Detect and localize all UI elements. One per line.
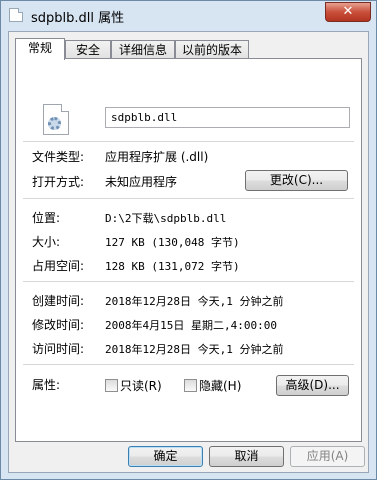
separator [23,281,354,282]
apply-button[interactable]: 应用(A) [290,446,365,467]
separator [23,198,354,199]
dialog-client: 常规 安全 详细信息 以前的版本 sdpblb.dll 文件类型: 应用程序扩展… [8,31,369,473]
dll-file-icon [43,104,69,135]
modified-label: 修改时间: [32,318,85,332]
close-icon: ✕ [342,4,354,19]
opens-with-value: 未知应用程序 [105,175,178,189]
window-title: sdpblb.dll 属性 [31,11,125,26]
hidden-label[interactable]: 隐藏(H) [199,377,241,394]
created-value: 2018年12月28日 今天,1 分钟之前 [105,295,284,308]
general-panel: sdpblb.dll 文件类型: 应用程序扩展 (.dll) 打开方式: 未知应… [15,58,362,442]
accessed-value: 2018年12月28日 今天,1 分钟之前 [105,343,284,356]
filename-field[interactable]: sdpblb.dll [105,107,350,128]
separator [23,364,354,365]
tab-previous-versions[interactable]: 以前的版本 [175,40,249,59]
file-type-label: 文件类型: [32,150,85,164]
created-label: 创建时间: [32,294,85,308]
size-on-disk-label: 占用空间: [32,259,85,273]
opens-with-label: 打开方式: [32,175,85,189]
readonly-label[interactable]: 只读(R) [120,377,162,394]
advanced-button[interactable]: 高级(D)... [276,375,349,396]
size-on-disk-value: 128 KB (131,072 字节) [105,260,240,273]
location-value: D:\2下载\sdpblb.dll [105,212,227,225]
file-icon [9,8,23,22]
size-value: 127 KB (130,048 字节) [105,236,240,249]
modified-value: 2008年4月15日 星期二,4:00:00 [105,319,277,332]
gear-icon [48,117,61,130]
change-button[interactable]: 更改(C)... [245,170,348,191]
tab-general[interactable]: 常规 [15,38,65,60]
readonly-checkbox[interactable] [105,379,118,392]
separator [23,141,354,142]
size-label: 大小: [32,235,61,249]
cancel-button[interactable]: 取消 [209,446,284,467]
tab-details[interactable]: 详细信息 [111,40,175,59]
attributes-label: 属性: [32,378,61,392]
ok-button[interactable]: 确定 [128,446,203,467]
file-type-value: 应用程序扩展 (.dll) [105,150,209,164]
accessed-label: 访问时间: [32,342,85,356]
properties-window: sdpblb.dll 属性 ✕ 常规 安全 详细信息 以前的版本 sdpblb.… [0,0,377,480]
tab-security[interactable]: 安全 [65,40,111,59]
location-label: 位置: [32,211,61,225]
hidden-checkbox[interactable] [184,379,197,392]
close-button[interactable]: ✕ [325,2,371,22]
title-bar[interactable]: sdpblb.dll 属性 ✕ [1,1,376,29]
